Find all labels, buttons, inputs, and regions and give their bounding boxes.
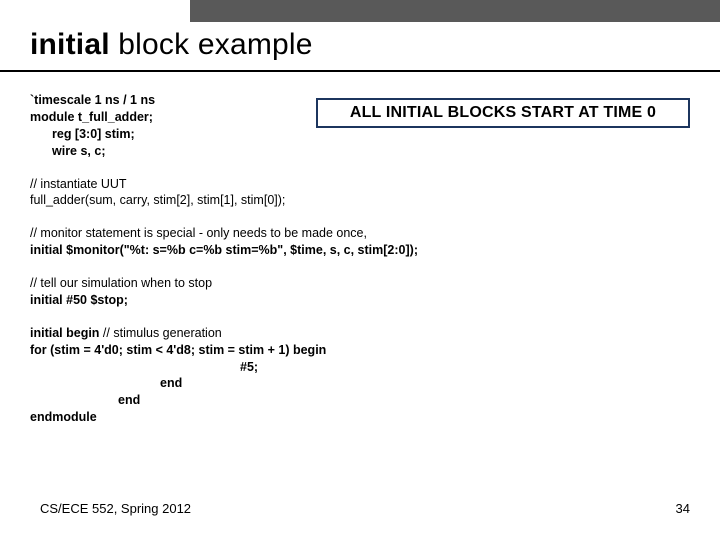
code-line: initial $monitor("%t: s=%b c=%b stim=%b"… xyxy=(30,242,690,259)
code-content: `timescale 1 ns / 1 ns module t_full_add… xyxy=(30,92,690,442)
code-block-1: `timescale 1 ns / 1 ns module t_full_add… xyxy=(30,92,690,160)
code-line: initial begin // stimulus generation xyxy=(30,325,690,342)
code-line: `timescale 1 ns / 1 ns xyxy=(30,92,690,109)
footer-left: CS/ECE 552, Spring 2012 xyxy=(40,501,191,516)
code-block-5: initial begin // stimulus generation for… xyxy=(30,325,690,426)
code-line: end xyxy=(30,375,690,392)
header-accent-bar xyxy=(190,0,720,22)
title-rest: block example xyxy=(110,28,313,61)
code-line: // monitor statement is special - only n… xyxy=(30,225,690,242)
page-number: 34 xyxy=(676,501,690,516)
code-line: for (stim = 4'd0; stim < 4'd8; stim = st… xyxy=(30,342,690,359)
title-bold: initial xyxy=(30,28,110,61)
code-span: initial begin xyxy=(30,326,99,340)
code-line: initial #50 $stop; xyxy=(30,292,690,309)
code-block-4: // tell our simulation when to stop init… xyxy=(30,275,690,309)
code-line: // tell our simulation when to stop xyxy=(30,275,690,292)
code-line: end xyxy=(30,392,690,409)
code-line: wire s, c; xyxy=(30,143,690,160)
code-line: full_adder(sum, carry, stim[2], stim[1],… xyxy=(30,192,690,209)
code-line: // instantiate UUT xyxy=(30,176,690,193)
code-block-3: // monitor statement is special - only n… xyxy=(30,225,690,259)
code-line: endmodule xyxy=(30,409,690,426)
code-span: // stimulus generation xyxy=(99,326,221,340)
code-block-2: // instantiate UUT full_adder(sum, carry… xyxy=(30,176,690,210)
slide-title: initial block example xyxy=(30,28,313,62)
code-line: #5; xyxy=(30,359,690,376)
title-underline xyxy=(0,70,720,72)
code-line: module t_full_adder; xyxy=(30,109,690,126)
code-line: reg [3:0] stim; xyxy=(30,126,690,143)
